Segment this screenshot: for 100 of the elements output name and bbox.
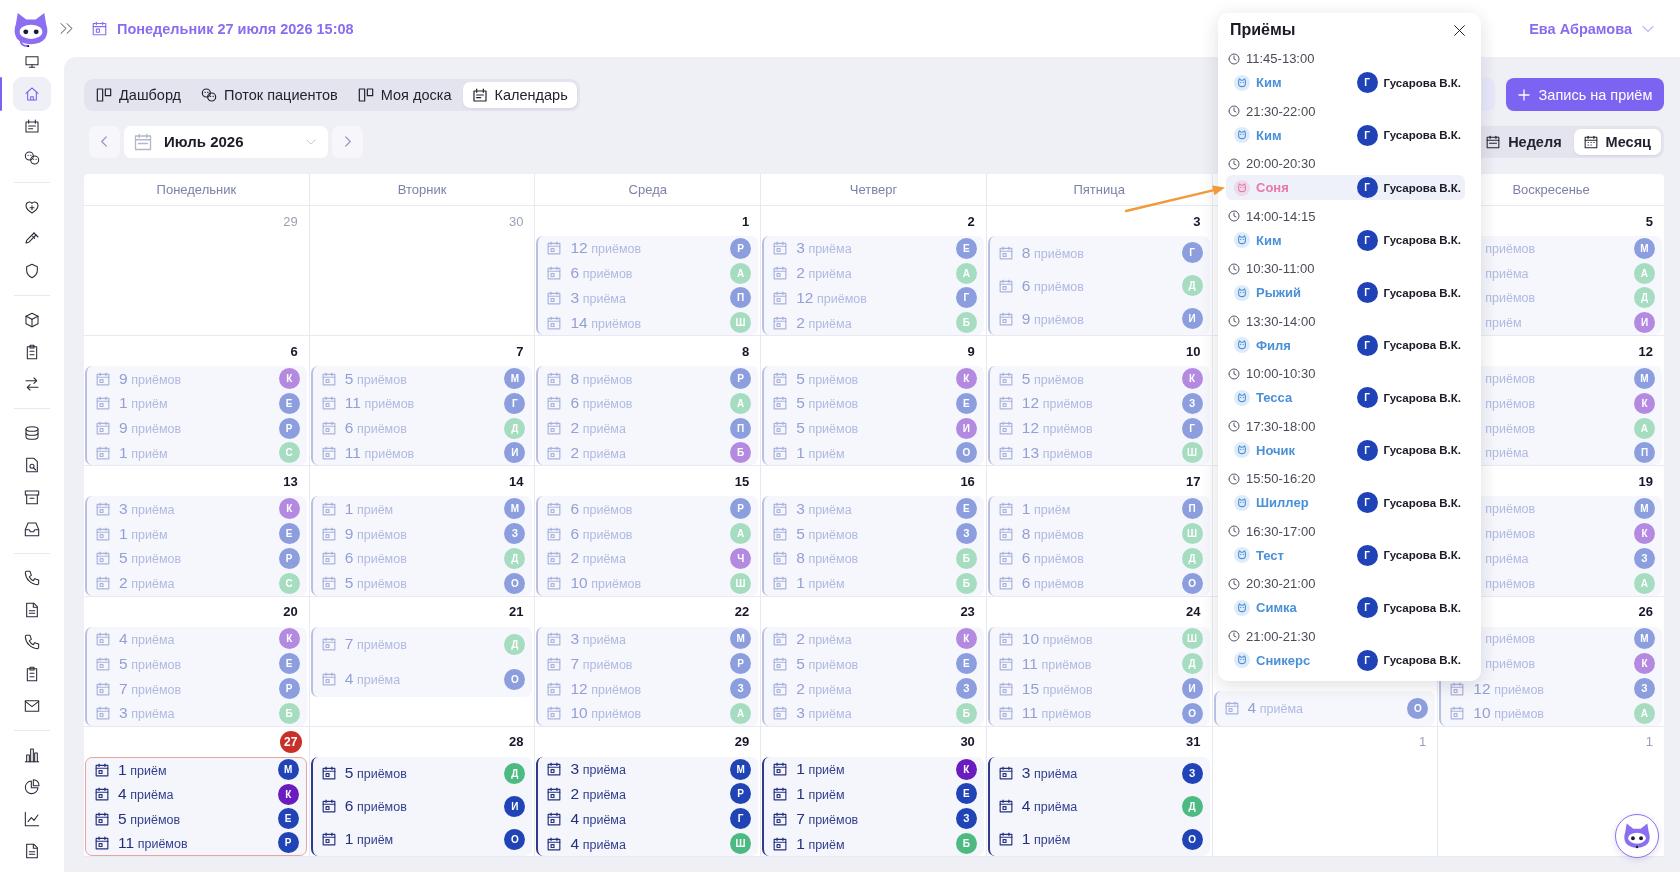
doctor-name: Гусарова В.К. <box>1383 601 1461 614</box>
appointment-count: 4 приёма <box>118 785 174 804</box>
appointment-count: 3 приёма <box>119 704 175 723</box>
doctor-avatar: Г <box>1356 72 1378 93</box>
doctor-avatar: Ч <box>730 547 752 569</box>
day-number: 23 <box>960 604 975 620</box>
day-number: 24 <box>1186 604 1201 620</box>
doctor-avatar: Д <box>1181 547 1203 569</box>
appointment-time: 14:00-14:15 <box>1246 208 1316 224</box>
doctor-avatar: О <box>1407 697 1429 719</box>
doctor-avatar: Ш <box>730 833 752 855</box>
appointment-time: 10:30-11:00 <box>1246 261 1315 276</box>
doctor-avatar: Р <box>730 237 752 259</box>
doctor-avatar: Е <box>955 498 977 520</box>
doctor-avatar: И <box>504 442 526 464</box>
appointment-time: 10:00-10:30 <box>1246 366 1316 381</box>
appointment-count: 7 приёмов <box>119 679 182 698</box>
doctor-avatar: З <box>955 678 977 700</box>
appointment-count: 3 приёма <box>796 499 852 518</box>
doctor-avatar: И <box>1634 312 1655 334</box>
doctor-avatar: Д <box>1181 653 1203 675</box>
doctor-avatar: А <box>730 392 752 414</box>
doctor-avatar: Г <box>1181 417 1203 439</box>
appointment-count: 5 приёмов <box>1021 369 1084 388</box>
today-date-badge: 27 <box>279 730 302 753</box>
doctor-avatar: К <box>278 368 300 390</box>
appointment-count: 3 приёма <box>570 289 626 307</box>
weekday-label: Воскресенье <box>1512 182 1590 197</box>
appointment-count: 5 приёмов <box>796 394 859 413</box>
doctor-avatar: Б <box>955 572 977 594</box>
doctor-avatar: Р <box>730 653 752 675</box>
day-number: 19 <box>1638 473 1653 489</box>
appointment-count: 6 приёмов <box>570 264 633 283</box>
appointment-count: 3 приёма <box>119 499 175 518</box>
appointment-count: 8 приёмов <box>570 369 633 388</box>
day-number: 30 <box>960 734 975 750</box>
doctor-avatar: С <box>278 572 300 594</box>
appointment-count: 4 приёма <box>344 670 401 689</box>
appointment-count: 5 приёмов <box>796 369 859 388</box>
doctor-avatar: М <box>1634 368 1655 390</box>
appointment-time: 15:50-16:20 <box>1246 471 1316 486</box>
doctor-avatar: П <box>730 417 752 439</box>
appointment-count: 6 приёмов <box>570 524 633 543</box>
doctor-avatar: Е <box>955 237 977 259</box>
doctor-avatar: А <box>1634 262 1655 284</box>
appointment-count: 11 приёмов <box>344 443 415 462</box>
day-number: 12 <box>1638 343 1653 359</box>
doctor-avatar: Г <box>1356 282 1378 303</box>
day-number: 26 <box>1638 604 1653 620</box>
doctor-avatar: Г <box>1356 387 1378 408</box>
day-number: 17 <box>1186 473 1201 489</box>
appointment-count: 1 приём <box>119 394 168 413</box>
doctor-avatar: К <box>277 783 299 805</box>
doctor-avatar: М <box>1634 237 1655 259</box>
day-number: 16 <box>960 473 975 489</box>
appointment-count: 2 приёма <box>796 264 852 283</box>
appointment-count: 3 приёма <box>796 704 852 723</box>
doctor-avatar: И <box>1181 308 1203 330</box>
appointment-count: 6 приёмов <box>570 394 633 413</box>
day-number: 22 <box>734 604 750 620</box>
day-number: 1 <box>1419 734 1427 750</box>
doctor-avatar: Г <box>1181 242 1203 264</box>
doctor-avatar: М <box>1634 498 1655 520</box>
appointment-count: приёмов <box>1485 526 1536 542</box>
current-date: Понедельник 27 июля 2026 15:08 <box>117 20 354 37</box>
doctor-avatar: Д <box>1181 275 1203 297</box>
appointment-count: приёмов <box>1485 420 1536 436</box>
appointment-count: 5 приёмов <box>119 654 182 673</box>
doctor-avatar: Ш <box>730 572 752 594</box>
doctor-avatar: О <box>1181 572 1203 594</box>
appointment-count: 6 приёмов <box>1021 276 1084 295</box>
appointment-time: 11:45-13:00 <box>1246 51 1315 66</box>
appointment-count: 2 приёма <box>119 574 175 593</box>
appointment-count: 5 приёмов <box>344 764 407 783</box>
doctor-avatar: К <box>1634 392 1655 414</box>
day-number: 20 <box>283 604 298 620</box>
appointment-count: 1 приём <box>119 524 168 543</box>
appointment-count: 5 приёмов <box>344 369 407 388</box>
day-number: 1 <box>741 213 750 229</box>
doctor-avatar: Р <box>278 678 300 700</box>
appointment-time: 21:30-22:00 <box>1246 103 1316 119</box>
doctor-avatar: Е <box>278 523 300 545</box>
appointment-count: 10 приёмов <box>1021 630 1093 648</box>
doctor-avatar: Д <box>1181 795 1203 817</box>
appointment-count: 4 приёма <box>119 630 175 648</box>
day-number: 14 <box>508 473 524 489</box>
doctor-avatar: З <box>1634 547 1655 569</box>
doctor-avatar: М <box>504 368 526 390</box>
appointment-count: приёмов <box>1485 290 1536 306</box>
doctor-avatar: З <box>1634 678 1655 700</box>
doctor-avatar: А <box>730 262 752 284</box>
appointment-count: 3 приёма <box>570 760 626 779</box>
doctor-avatar: П <box>730 287 752 309</box>
appointment-count: 1 приём <box>118 760 167 779</box>
appointment-count: 12 приёмов <box>1021 394 1093 413</box>
appointment-time: 20:00-20:30 <box>1246 156 1316 171</box>
doctor-avatar: Ш <box>730 312 752 334</box>
appointment-count: 12 приёмов <box>570 679 642 698</box>
day-number: 8 <box>741 343 750 359</box>
doctor-avatar: Р <box>278 417 300 439</box>
